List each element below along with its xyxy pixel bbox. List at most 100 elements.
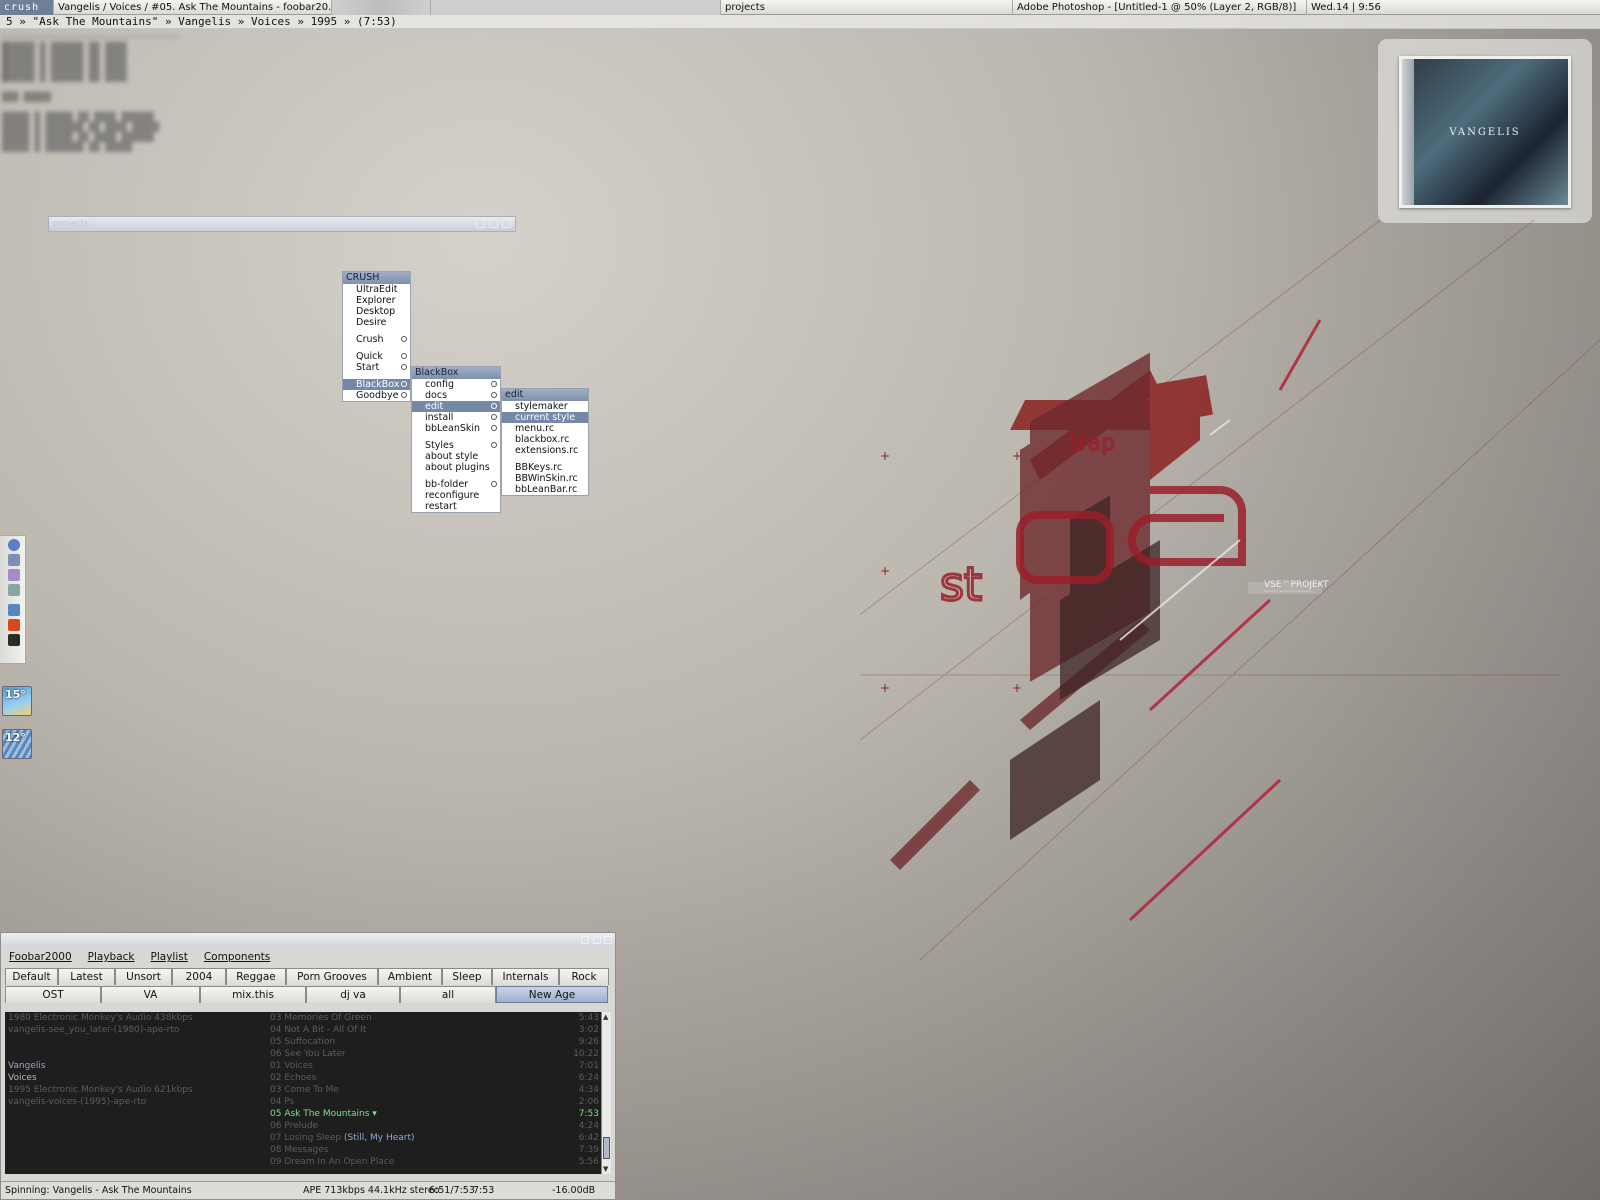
menu-item-goodbye[interactable]: Goodbye <box>343 390 410 401</box>
tab-latest[interactable]: Latest <box>58 968 115 985</box>
table-row[interactable]: 06 Prelude 4:24 <box>267 1120 601 1132</box>
menu-item-crush[interactable]: Crush <box>343 334 410 345</box>
foobar-titlebar[interactable] <box>1 933 615 947</box>
menu-item-edit[interactable]: edit <box>412 401 500 412</box>
task-blurred-2[interactable] <box>431 0 721 15</box>
table-row[interactable]: 02 Echoes 6:24 <box>267 1072 601 1084</box>
tab-reggae[interactable]: Reggae <box>226 968 286 985</box>
track-duration: 9:26 <box>578 1037 599 1047</box>
menu-item-blackbox-rc[interactable]: blackbox.rc <box>502 434 588 445</box>
menu-components[interactable]: Components <box>204 951 270 963</box>
close-icon[interactable] <box>604 936 612 944</box>
menu-item-bbleanskin[interactable]: bbLeanSkin <box>412 423 500 434</box>
edit-menu: edit stylemaker current style menu.rc bl… <box>501 388 589 496</box>
menu-item-desktop[interactable]: Desktop <box>343 306 410 317</box>
menu-item-explorer[interactable]: Explorer <box>343 295 410 306</box>
tab-va[interactable]: VA <box>101 986 200 1003</box>
app-icon-4[interactable] <box>8 584 20 596</box>
menu-item-blackbox[interactable]: BlackBox <box>343 379 410 390</box>
maximize-icon[interactable] <box>593 936 601 944</box>
app-icon-5[interactable] <box>8 604 20 616</box>
tab-default[interactable]: Default <box>5 968 58 985</box>
album-info-column: 1980 Electronic Monkey's Audio 438kbps v… <box>5 1012 267 1174</box>
task-photoshop[interactable]: Adobe Photoshop - [Untitled-1 @ 50% (Lay… <box>1013 0 1307 15</box>
tab-2004[interactable]: 2004 <box>172 968 226 985</box>
menu-item-bbleanbar-rc[interactable]: bbLeanBar.rc <box>502 484 588 495</box>
tab-porn-grooves[interactable]: Porn Grooves <box>286 968 378 985</box>
tab-dj-va[interactable]: dj va <box>306 986 400 1003</box>
playlist-scrollbar[interactable]: ▲ ▼ <box>601 1012 611 1174</box>
scroll-up-icon[interactable]: ▲ <box>603 1013 608 1021</box>
table-row[interactable]: 06 See You Later 10:22 <box>267 1048 601 1060</box>
menu-item-restart[interactable]: restart <box>412 501 500 512</box>
minimize-icon[interactable] <box>476 219 485 228</box>
app-icon-2[interactable] <box>8 554 20 566</box>
task-foobar[interactable]: Vangelis / Voices / #05. Ask The Mountai… <box>54 0 332 15</box>
submenu-icon <box>401 336 407 342</box>
projects-window-titlebar[interactable]: projects <box>48 216 516 232</box>
tab-unsort[interactable]: Unsort <box>115 968 172 985</box>
app-icon-3[interactable] <box>8 569 20 581</box>
scroll-down-icon[interactable]: ▼ <box>603 1165 608 1173</box>
submenu-icon <box>491 442 497 448</box>
tab-ost[interactable]: OST <box>5 986 101 1003</box>
menu-item-ultraedit[interactable]: UltraEdit <box>343 284 410 295</box>
table-row[interactable]: 01 Voices 7:01 <box>267 1060 601 1072</box>
album-cover[interactable]: VANGELIS <box>1399 56 1571 208</box>
menu-item-bbkeys-rc[interactable]: BBKeys.rc <box>502 462 588 473</box>
menu-item-stylemaker[interactable]: stylemaker <box>502 401 588 412</box>
table-row[interactable]: 07 Losing Sleep (Still, My Heart) 6:42 <box>267 1132 601 1144</box>
close-icon[interactable] <box>502 219 511 228</box>
menu-item-styles[interactable]: Styles <box>412 440 500 451</box>
tab-internals[interactable]: Internals <box>492 968 559 985</box>
album-artist: Vangelis <box>8 1061 46 1071</box>
tab-all[interactable]: all <box>400 986 496 1003</box>
now-playing-row[interactable]: 05 Ask The Mountains ▾ 7:53 <box>267 1108 601 1120</box>
menu-foobar2000[interactable]: Foobar2000 <box>9 951 72 963</box>
blackbox-menu: BlackBox config docs edit install bbLean… <box>411 366 501 513</box>
tab-mix-this[interactable]: mix.this <box>200 986 306 1003</box>
maximize-icon[interactable] <box>489 219 498 228</box>
menu-playback[interactable]: Playback <box>88 951 135 963</box>
tab-sleep[interactable]: Sleep <box>442 968 492 985</box>
menu-item-install[interactable]: install <box>412 412 500 423</box>
app-icon-1[interactable] <box>8 539 20 551</box>
minimize-icon[interactable] <box>581 936 589 944</box>
menu-playlist[interactable]: Playlist <box>151 951 188 963</box>
menu-item-bbleanskin-label: bbLeanSkin <box>425 423 481 434</box>
table-row[interactable]: 05 Suffocation 9:26 <box>267 1036 601 1048</box>
table-row[interactable]: 04 Not A Bit - All Of It 3:02 <box>267 1024 601 1036</box>
menu-item-bb-folder[interactable]: bb-folder <box>412 479 500 490</box>
menu-item-menu-rc[interactable]: menu.rc <box>502 423 588 434</box>
table-row[interactable]: 03 Come To Me 4:34 <box>267 1084 601 1096</box>
menu-item-quick[interactable]: Quick <box>343 351 410 362</box>
task-blurred-1[interactable] <box>332 0 431 15</box>
workspace-label[interactable]: crush <box>0 0 54 15</box>
tab-new-age[interactable]: New Age <box>496 986 608 1003</box>
track-column: 03 Memories Of Green 5:43 04 Not A Bit - … <box>267 1012 601 1174</box>
menu-item-current-style[interactable]: current style <box>502 412 588 423</box>
table-row[interactable]: 08 Messages 7:39 <box>267 1144 601 1156</box>
flame-icon[interactable] <box>8 619 20 631</box>
submenu-icon <box>491 381 497 387</box>
menu-item-docs[interactable]: docs <box>412 390 500 401</box>
tab-rock[interactable]: Rock <box>559 968 609 985</box>
table-row[interactable]: 09 Dream In An Open Place 5:56 <box>267 1156 601 1168</box>
menu-item-desire[interactable]: Desire <box>343 317 410 328</box>
menu-item-extensions-rc[interactable]: extensions.rc <box>502 445 588 456</box>
svg-text:+: + <box>880 564 890 578</box>
menu-item-reconfigure[interactable]: reconfigure <box>412 490 500 501</box>
menu-item-start[interactable]: Start <box>343 362 410 373</box>
weather-widget-2[interactable]: 12° <box>2 729 32 759</box>
menu-item-about-style[interactable]: about style <box>412 451 500 462</box>
weather-widget-1[interactable]: 15° <box>2 686 32 716</box>
table-row[interactable]: 03 Memories Of Green 5:43 <box>267 1012 601 1024</box>
menu-item-about-plugins[interactable]: about plugins <box>412 462 500 473</box>
table-row[interactable]: 04 Ps 2:06 <box>267 1096 601 1108</box>
menu-item-bbwinskin-rc[interactable]: BBWinSkin.rc <box>502 473 588 484</box>
terminal-icon[interactable] <box>8 634 20 646</box>
menu-item-config[interactable]: config <box>412 379 500 390</box>
tab-ambient[interactable]: Ambient <box>378 968 442 985</box>
scrollbar-thumb[interactable] <box>603 1137 610 1159</box>
task-projects[interactable]: projects <box>721 0 1013 15</box>
